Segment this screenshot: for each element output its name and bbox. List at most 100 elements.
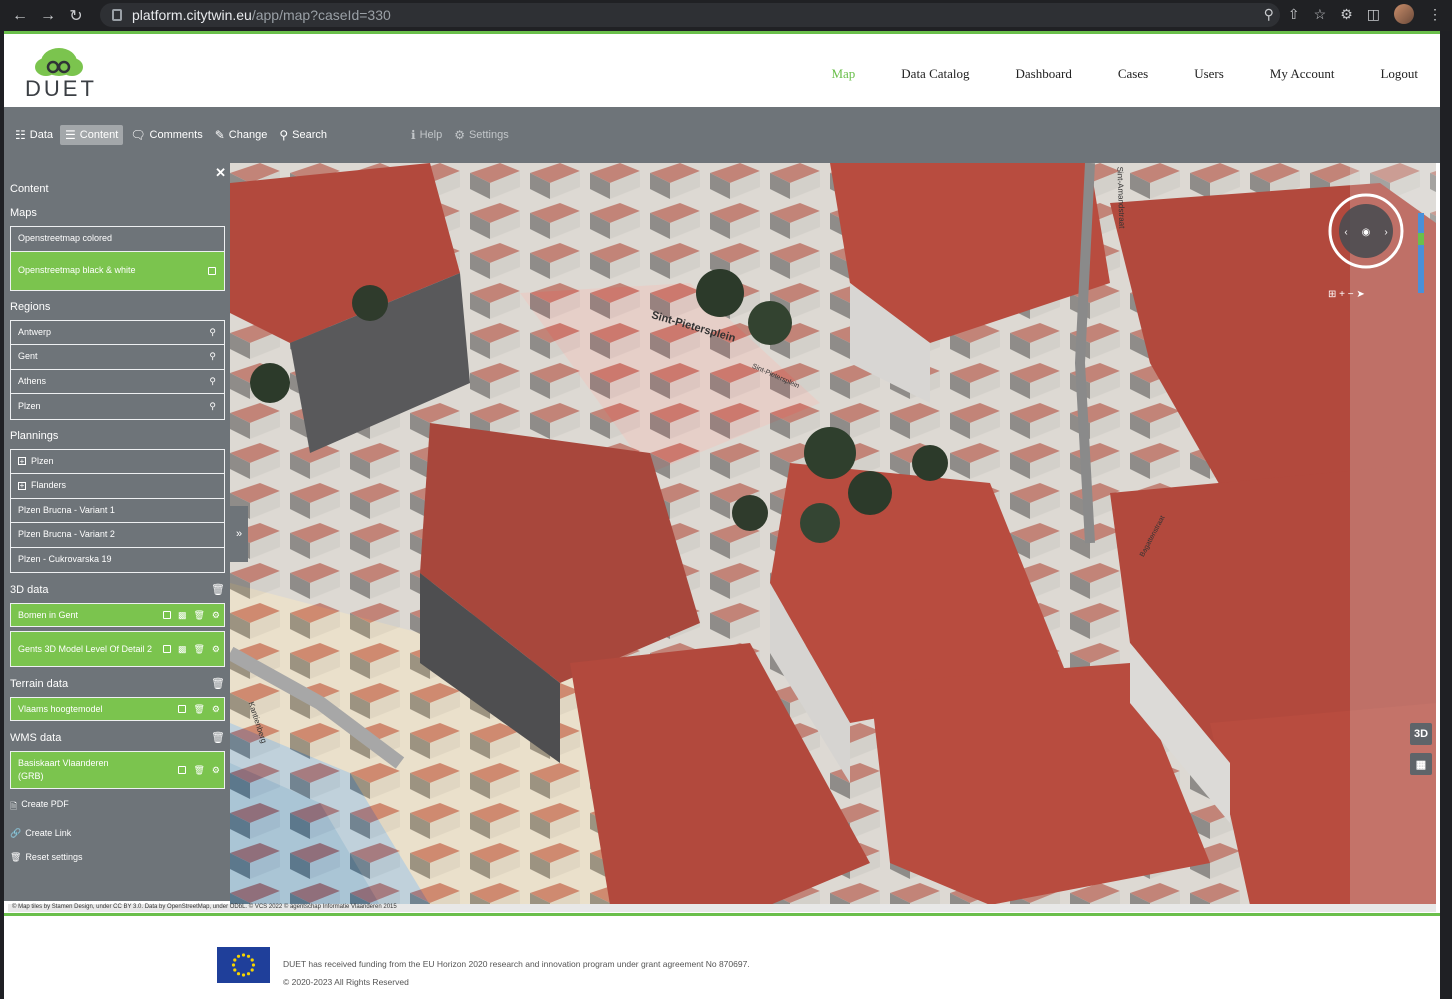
planning-item-plzen[interactable]: + Plzen [11,450,224,474]
footer-text: DUET has received funding from the EU Ho… [283,955,750,991]
region-item-gent[interactable]: Gent ⚲ [11,345,224,370]
region-item-plzen[interactable]: Plzen ⚲ [11,394,224,419]
map-marker-icon: ⚲ [209,400,216,411]
zoom-icon[interactable]: ⚲ [1264,6,1274,23]
trash-icon[interactable]: 🗑 [211,583,225,596]
map-item-osm-bw[interactable]: Openstreetmap black & white [11,251,224,290]
create-pdf-label: Create PDF [21,799,69,809]
toolbar-comments-label: Comments [149,129,203,141]
nav-logout[interactable]: Logout [1380,66,1418,82]
reload-icon[interactable]: ↻ [62,2,90,30]
chart-icon[interactable]: ▩ [178,644,187,655]
regions-label: Regions [10,300,51,313]
database-icon: ☷ [15,128,26,142]
toolbar-content-label: Content [79,129,119,141]
wms-item-basiskaart[interactable]: Basiskaart Vlaanderen (GRB) 🗑 ⚙ [10,751,225,789]
planning-item-flanders[interactable]: + Flanders [11,474,224,499]
toolbar-search-button[interactable]: ⚲ Search [274,125,332,145]
reset-settings-link[interactable]: 🗑 Reset settings [10,852,225,863]
nav-users[interactable]: Users [1194,66,1224,82]
checkbox-icon[interactable] [178,766,187,774]
create-link-label: Create Link [25,828,72,838]
footer-divider [4,913,1440,916]
extensions-icon[interactable]: ⚙ [1340,6,1353,23]
trash-icon[interactable]: 🗑 [211,731,225,744]
back-icon[interactable]: ← [6,2,34,30]
region-item-athens[interactable]: Athens ⚲ [11,370,224,394]
wms-section-title: WMS data 🗑 [10,731,225,745]
data3d-item-gents-model[interactable]: Gents 3D Model Level Of Detail 2 ▩ 🗑 ⚙ [10,631,225,667]
close-icon[interactable]: ✕ [215,165,226,181]
browser-actions: ⚲ ⇧ ☆ ⚙ ◫ ⋮ [1264,4,1442,24]
funding-text: DUET has received funding from the EU Ho… [283,959,750,969]
map-toolbar: ☷ Data ☰ Content 🗨 Comments ✎ Change ⚲ Search… [4,107,1440,163]
toolbar-data-label: Data [29,129,54,141]
checkbox-icon[interactable] [178,705,187,713]
expand-icon[interactable]: + [18,457,26,466]
create-pdf-link[interactable]: 🗎 Create PDF [10,799,225,815]
trash-icon[interactable]: 🗑 [193,765,204,776]
nav-map[interactable]: Map [831,66,855,82]
map-item-osm-colored[interactable]: Openstreetmap colored [11,227,224,252]
share-icon[interactable]: ⇧ [1288,6,1300,23]
plannings-list: + Plzen + Flanders Plzen Brucna - Variant … [10,448,225,573]
gear-icon[interactable]: ⚙ [212,610,220,621]
info-icon: ℹ [411,128,416,142]
create-link-link[interactable]: 🔗 Create Link [10,828,225,839]
gear-icon[interactable]: ⚙ [212,644,220,655]
nav-dashboard[interactable]: Dashboard [1016,66,1072,82]
nav-cases[interactable]: Cases [1118,66,1148,82]
checkbox-icon[interactable] [162,611,171,619]
star-icon[interactable]: ☆ [1314,6,1327,23]
trash-icon[interactable]: 🗑 [193,610,204,621]
planning-label: Plzen Brucna - Variant 2 [18,529,115,540]
sidebar-footer: 🗎 Create PDF 🔗 Create Link 🗑 Reset settings [10,799,225,863]
planning-item-brucna-2[interactable]: Plzen Brucna - Variant 2 [11,523,224,548]
compass-navigation-widget[interactable]: ◉ ‹ › ⊞ + − ➤ [1326,193,1426,303]
pencil-icon: ✎ [214,128,225,142]
gear-icon[interactable]: ⚙ [212,765,220,776]
data3d-item-bomen[interactable]: Bomen in Gent ▩ 🗑 ⚙ [10,603,225,627]
toolbar-search-label: Search [292,129,327,141]
eu-flag-icon [217,947,270,983]
planning-label: Plzen - Cukrovarska 19 [18,554,112,565]
checkbox-icon[interactable] [208,266,216,275]
region-item-antwerp[interactable]: Antwerp ⚲ [11,321,224,345]
toolbar-settings-button[interactable]: ⚙ Settings [449,125,514,145]
planning-item-brucna-1[interactable]: Plzen Brucna - Variant 1 [11,499,224,523]
gear-icon[interactable]: ⚙ [212,704,220,715]
forward-icon[interactable]: → [34,2,62,30]
collapse-sidebar-icon[interactable]: » [230,506,248,562]
checkbox-icon[interactable] [162,645,171,653]
toolbar-content-button[interactable]: ☰ Content [60,125,124,145]
toolbar-comments-button[interactable]: 🗨 Comments [125,125,207,145]
trash-icon[interactable]: 🗑 [211,677,225,690]
content-sidebar: ✕ Content Maps Openstreetmap colored Ope… [4,163,230,901]
profile-avatar[interactable] [1394,4,1414,24]
expand-icon[interactable]: + [18,481,26,490]
planning-item-cukrovarska[interactable]: Plzen - Cukrovarska 19 [11,548,224,573]
regions-section-title: Regions [10,301,225,313]
data3d-section-title: 3D data 🗑 [10,583,225,597]
toolbar-change-button[interactable]: ✎ Change [210,125,273,145]
toolbar-help-button[interactable]: ℹ Help [406,125,447,145]
map-credits[interactable]: © Map tiles by Stamen Design, under CC B… [8,904,1436,912]
city-3d-render [230,163,1436,905]
terrain-item-hoogtemodel[interactable]: Vlaams hoogtemodel 🗑 ⚙ [10,697,225,721]
map-viewport-3d[interactable]: Sint-Pietersplein Sint-Pietersplein Kant… [230,163,1436,905]
toggle-3d-button[interactable]: 3D [1410,723,1432,745]
toolbar-data-button[interactable]: ☷ Data [10,125,58,145]
region-label: Plzen [18,400,41,411]
map-marker-icon: ⚲ [209,326,216,337]
address-bar[interactable]: platform.citytwin.eu/app/map?caseId=330 [100,3,1280,27]
chart-icon[interactable]: ▩ [178,610,187,621]
sidepanel-icon[interactable]: ◫ [1367,6,1380,23]
layers-grid-icon[interactable]: ▦ [1410,753,1432,775]
nav-my-account[interactable]: My Account [1270,66,1335,82]
data3d-label: 3D data [10,583,49,596]
nav-data-catalog[interactable]: Data Catalog [901,66,969,82]
menu-icon[interactable]: ⋮ [1428,6,1442,23]
trash-icon[interactable]: 🗑 [193,644,204,655]
trash-icon[interactable]: 🗑 [193,704,204,715]
reset-settings-label: Reset settings [25,852,83,862]
